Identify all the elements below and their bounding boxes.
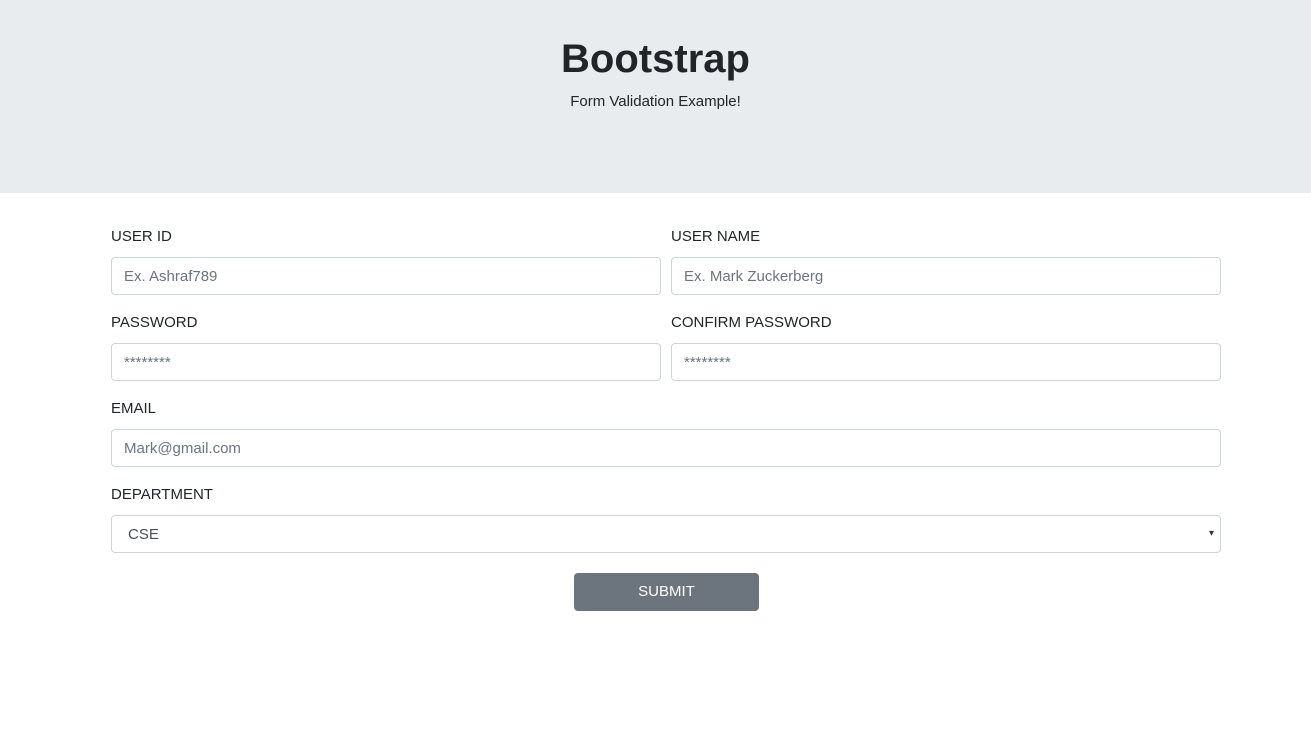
password-input[interactable] <box>111 343 661 381</box>
email-label: EMAIL <box>111 400 157 417</box>
user-name-input[interactable] <box>671 257 1221 295</box>
department-selected-value: CSE <box>128 526 159 543</box>
password-label: PASSWORD <box>111 314 198 331</box>
email-input[interactable] <box>111 429 1221 467</box>
chevron-down-icon: ▾ <box>1208 528 1214 539</box>
page-subtitle: Form Validation Example! <box>570 93 741 110</box>
confirm-password-input[interactable] <box>671 343 1221 381</box>
page-title: Bootstrap <box>561 37 750 81</box>
user-id-label: USER ID <box>111 228 172 245</box>
header-jumbotron: Bootstrap Form Validation Example! <box>0 0 1311 193</box>
department-select[interactable]: CSE ▾ <box>111 515 1221 553</box>
user-name-label: USER NAME <box>671 228 761 245</box>
user-id-input[interactable] <box>111 257 661 295</box>
confirm-password-label: CONFIRM PASSWORD <box>671 314 832 331</box>
department-label: DEPARTMENT <box>111 486 213 503</box>
submit-button[interactable]: SUBMIT <box>574 573 759 611</box>
